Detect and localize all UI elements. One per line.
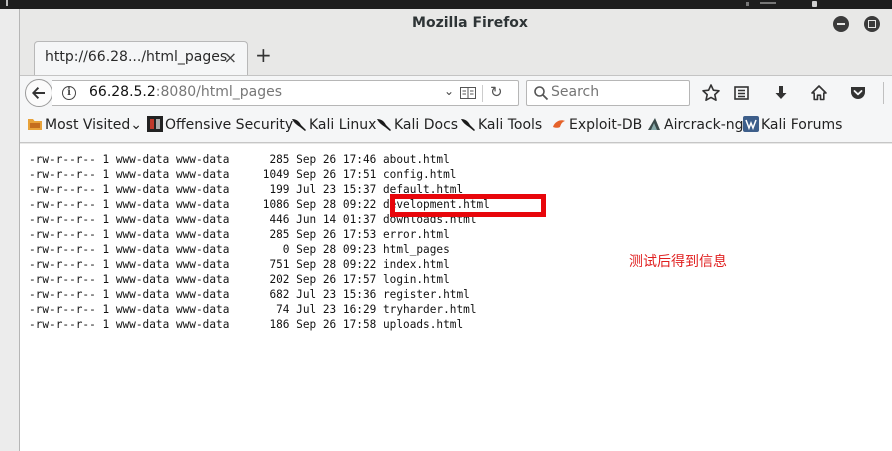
listing-line: -rw-r--r-- 1 www-data www-data 74 Jul 23… (29, 303, 477, 316)
bookmark-star-icon[interactable] (701, 83, 721, 103)
bookmark-kali-docs[interactable]: Kali Docs (376, 116, 458, 133)
listing-line: -rw-r--r-- 1 www-data www-data 0 Sep 28 … (29, 243, 450, 256)
title-bar: Mozilla Firefox (20, 9, 892, 39)
offensive-security-icon (147, 116, 163, 132)
bookmark-most-visited[interactable]: Most Visited⌄ (27, 116, 142, 133)
url-text[interactable]: 66.28.5.2:8080/html_pages (89, 84, 282, 100)
library-icon[interactable] (732, 83, 752, 103)
info-icon[interactable]: i (62, 86, 76, 100)
directory-listing: -rw-r--r-- 1 www-data www-data 285 Sep 2… (29, 152, 490, 332)
url-path: :8080/html_pages (155, 84, 283, 100)
tab-html-pages[interactable]: http://66.28.../html_pages × (34, 41, 248, 75)
bookmark-label: Kali Tools (478, 117, 543, 133)
bookmark-label: Kali Linux (309, 117, 377, 133)
aircrack-icon (648, 118, 660, 130)
bookmark-label: Kali Docs (394, 117, 459, 133)
bookmark-label: Most Visited (45, 117, 131, 133)
listing-line: -rw-r--r-- 1 www-data www-data 202 Sep 2… (29, 273, 450, 286)
listing-line: -rw-r--r-- 1 www-data www-data 751 Sep 2… (29, 258, 450, 271)
system-bar-glyph (812, 1, 817, 7)
back-arrow-icon (32, 87, 45, 99)
tab-close-icon[interactable]: × (224, 48, 237, 67)
reload-icon[interactable]: ↻ (490, 83, 503, 101)
system-bar-glyph (746, 2, 749, 6)
system-top-bar (0, 0, 892, 9)
listing-line: -rw-r--r-- 1 www-data www-data 682 Jul 2… (29, 288, 470, 301)
folder-icon (28, 119, 42, 130)
new-tab-button[interactable]: + (255, 43, 272, 67)
listing-line: -rw-r--r-- 1 www-data www-data 285 Sep 2… (29, 228, 450, 241)
bookmark-exploit-db[interactable]: Exploit-DB (551, 116, 642, 133)
pocket-icon[interactable] (848, 83, 868, 103)
url-host: 66.28.5.2 (89, 84, 156, 100)
bookmark-label: Offensive Security (165, 117, 294, 133)
bookmark-label: Kali Forums (761, 117, 843, 133)
listing-line: -rw-r--r-- 1 www-data www-data 285 Sep 2… (29, 153, 450, 166)
highlight-box (390, 194, 546, 217)
kali-dragon-icon (461, 119, 475, 131)
kali-dragon-icon (377, 119, 391, 131)
bookmark-label: Aircrack-ng (664, 117, 744, 133)
reader-view-icon[interactable] (460, 87, 476, 99)
bookmark-offensive-security[interactable]: Offensive Security (147, 116, 293, 133)
url-separator (482, 85, 483, 102)
search-input[interactable] (551, 84, 681, 100)
listing-line: -rw-r--r-- 1 www-data www-data 186 Sep 2… (29, 318, 464, 331)
url-bar[interactable]: i 66.28.5.2:8080/html_pages ⌄ ↻ (52, 80, 519, 106)
downloads-icon[interactable] (771, 83, 791, 103)
browser-window: Mozilla Firefox http://66.28.../html_pag… (19, 9, 892, 451)
bookmarks-toolbar: Most Visited⌄ Offensive Security Kali Li… (20, 109, 892, 143)
bookmark-kali-tools[interactable]: Kali Tools (460, 116, 542, 133)
search-icon (534, 86, 549, 101)
window-title: Mozilla Firefox (412, 15, 528, 31)
bookmark-aircrack-ng[interactable]: Aircrack-ng (646, 116, 744, 133)
kali-forums-icon (743, 116, 759, 132)
toolbar-separator (883, 82, 884, 104)
tab-strip: http://66.28.../html_pages × + (20, 39, 892, 75)
listing-line: -rw-r--r-- 1 www-data www-data 1049 Sep … (29, 168, 457, 181)
home-icon[interactable] (809, 83, 829, 103)
bookmark-kali-forums[interactable]: Kali Forums (743, 116, 842, 133)
chevron-down-icon: ⌄ (130, 117, 142, 133)
kali-dragon-icon (292, 119, 306, 131)
back-button[interactable] (25, 79, 53, 107)
search-bar[interactable] (526, 80, 690, 106)
tab-label: http://66.28.../html_pages (45, 49, 228, 65)
bookmark-label: Exploit-DB (569, 117, 643, 133)
maximize-button[interactable] (864, 16, 880, 32)
exploit-db-icon (553, 120, 565, 128)
url-dropdown-icon[interactable]: ⌄ (444, 84, 454, 98)
minimize-button[interactable] (833, 16, 849, 32)
page-content: -rw-r--r-- 1 www-data www-data 285 Sep 2… (20, 144, 892, 451)
system-bar-glyph (760, 2, 776, 4)
navigation-toolbar: i 66.28.5.2:8080/html_pages ⌄ ↻ (20, 75, 892, 109)
annotation-note: 测试后得到信息 (629, 254, 727, 270)
system-bar-glyph (6, 0, 8, 6)
bookmark-kali-linux[interactable]: Kali Linux (291, 116, 376, 133)
